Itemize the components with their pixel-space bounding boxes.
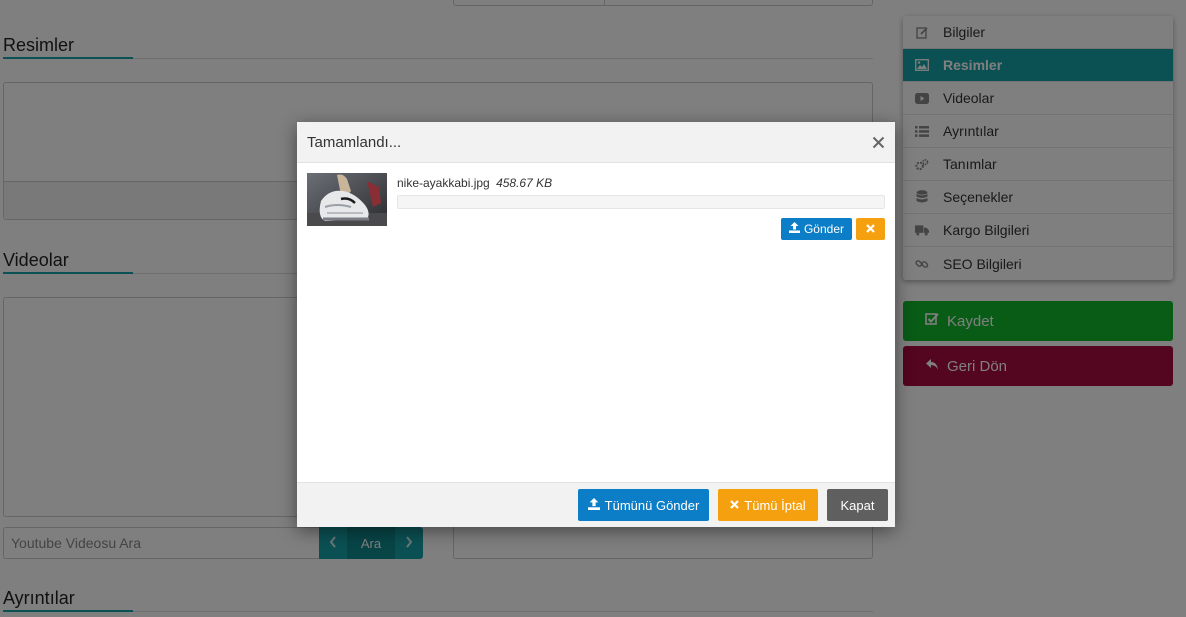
- send-all-button[interactable]: Tümünü Gönder: [578, 489, 709, 521]
- file-thumbnail: [307, 173, 387, 226]
- cancel-all-button[interactable]: Tümü İptal: [718, 489, 818, 521]
- times-icon: [866, 222, 875, 236]
- send-file-label: Gönder: [803, 222, 844, 236]
- close-icon[interactable]: [872, 131, 885, 153]
- upload-file-row: nike-ayakkabi.jpg 458.67 KB Gönder: [307, 173, 885, 240]
- close-modal-button[interactable]: Kapat: [827, 489, 888, 521]
- file-actions: Gönder: [780, 218, 885, 240]
- file-name: nike-ayakkabi.jpg: [397, 176, 490, 190]
- modal-header: Tamamlandı...: [297, 122, 895, 163]
- modal-title: Tamamlandı...: [307, 133, 402, 151]
- upload-progress-bar: [397, 195, 885, 209]
- cancel-file-button[interactable]: [856, 218, 885, 240]
- upload-modal: Tamamlandı... nike-ayakkabi.jpg 458.67 K…: [297, 122, 895, 527]
- upload-icon: [788, 222, 800, 236]
- file-info: nike-ayakkabi.jpg 458.67 KB: [397, 176, 552, 190]
- upload-icon: [587, 497, 600, 513]
- send-file-button[interactable]: Gönder: [780, 218, 852, 240]
- send-all-label: Tümünü Gönder: [604, 497, 700, 513]
- modal-footer: Tümünü Gönder Tümü İptal Kapat: [297, 482, 895, 527]
- times-icon: [730, 498, 740, 512]
- cancel-all-label: Tümü İptal: [744, 497, 806, 513]
- modal-body: nike-ayakkabi.jpg 458.67 KB Gönder: [297, 163, 895, 483]
- file-size: 458.67 KB: [496, 176, 553, 190]
